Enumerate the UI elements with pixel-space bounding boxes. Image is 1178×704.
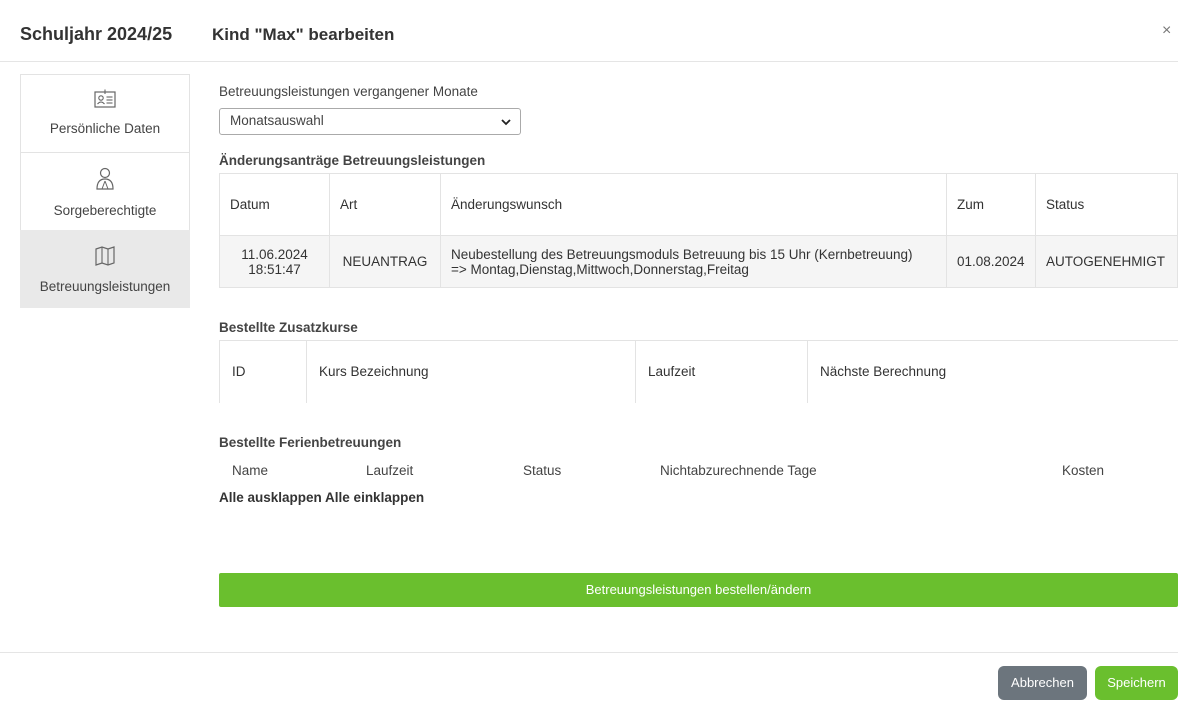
sidebar-item-label: Persönliche Daten xyxy=(49,121,161,136)
column-header: Status xyxy=(1035,173,1178,236)
from-cell: 01.08.2024 xyxy=(946,235,1036,288)
wish-cell: Neubestellung des Betreuungsmoduls Betre… xyxy=(440,235,947,288)
chevron-down-icon xyxy=(501,119,511,126)
close-icon[interactable]: × xyxy=(1162,22,1178,40)
sidebar-item-persoenliche-daten[interactable]: Persönliche Daten xyxy=(20,74,190,152)
type-cell: NEUANTRAG xyxy=(329,235,441,288)
table-row: 11.06.2024 18:51:47 NEUANTRAG Neubestell… xyxy=(219,235,1178,288)
wish-line: Neubestellung des Betreuungsmoduls Betre… xyxy=(451,246,913,262)
id-card-icon xyxy=(94,89,116,108)
extra-courses-table: ID Kurs Bezeichnung Laufzeit Nächste Ber… xyxy=(219,340,1178,403)
order-services-button[interactable]: Betreuungsleistungen bestellen/ändern xyxy=(219,573,1178,607)
table-header-row: Datum Art Änderungswunsch Zum Status xyxy=(219,173,1178,236)
extra-courses-title: Bestellte Zusatzkurse xyxy=(219,320,358,335)
sidebar-item-sorgeberechtigte[interactable]: Sorgeberechtigte xyxy=(20,152,190,230)
past-months-label: Betreuungsleistungen vergangener Monate xyxy=(219,84,478,99)
column-header: Laufzeit xyxy=(366,463,414,478)
dialog-header: Schuljahr 2024/25 Kind "Max" bearbeiten … xyxy=(0,0,1178,62)
guardians-icon xyxy=(96,167,114,190)
time-value: 18:51:47 xyxy=(248,261,301,277)
save-button[interactable]: Speichern xyxy=(1095,666,1178,700)
table-header-row: ID Kurs Bezeichnung Laufzeit Nächste Ber… xyxy=(219,340,1178,403)
cancel-button[interactable]: Abbrechen xyxy=(998,666,1087,700)
wish-line: => Montag,Dienstag,Mittwoch,Donnerstag,F… xyxy=(451,261,749,277)
sidebar-item-label: Betreuungsleistungen xyxy=(39,279,171,294)
status-cell: AUTOGENEHMIGT xyxy=(1035,235,1178,288)
map-icon xyxy=(95,246,115,266)
holiday-title: Bestellte Ferienbetreuungen xyxy=(219,435,402,450)
column-header: ID xyxy=(219,340,307,403)
school-year-title: Schuljahr 2024/25 xyxy=(20,24,173,44)
month-select[interactable]: Monatsauswahl xyxy=(219,108,521,135)
month-select-value: Monatsauswahl xyxy=(230,113,324,128)
column-header: Kosten xyxy=(1062,463,1105,478)
change-requests-title: Änderungsanträge Betreuungsleistungen xyxy=(219,153,486,168)
expand-all-link[interactable]: Alle ausklappen xyxy=(219,490,322,505)
column-header: Kurs Bezeichnung xyxy=(306,340,636,403)
change-requests-table: Datum Art Änderungswunsch Zum Status 11.… xyxy=(219,173,1178,288)
expand-collapse-links: Alle ausklappen Alle einklappen xyxy=(219,490,424,505)
column-header: Datum xyxy=(219,173,330,236)
date-value: 11.06.2024 xyxy=(241,246,308,262)
column-header: Laufzeit xyxy=(635,340,808,403)
sidebar-item-betreuungsleistungen[interactable]: Betreuungsleistungen xyxy=(20,230,190,308)
column-header: Zum xyxy=(946,173,1036,236)
column-header: Änderungswunsch xyxy=(440,173,947,236)
dialog-title: Kind "Max" bearbeiten xyxy=(212,25,395,44)
date-cell: 11.06.2024 18:51:47 xyxy=(219,235,330,288)
column-header: Nächste Berechnung xyxy=(807,340,1178,403)
collapse-all-link[interactable]: Alle einklappen xyxy=(325,490,424,505)
column-header: Nichtabzurechnende Tage xyxy=(660,463,817,478)
sidebar: Persönliche Daten Sorgeberechtigte Betre… xyxy=(20,74,190,308)
column-header: Name xyxy=(232,463,269,478)
column-header: Status xyxy=(523,463,562,478)
sidebar-item-label: Sorgeberechtigte xyxy=(53,203,157,218)
column-header: Art xyxy=(329,173,441,236)
